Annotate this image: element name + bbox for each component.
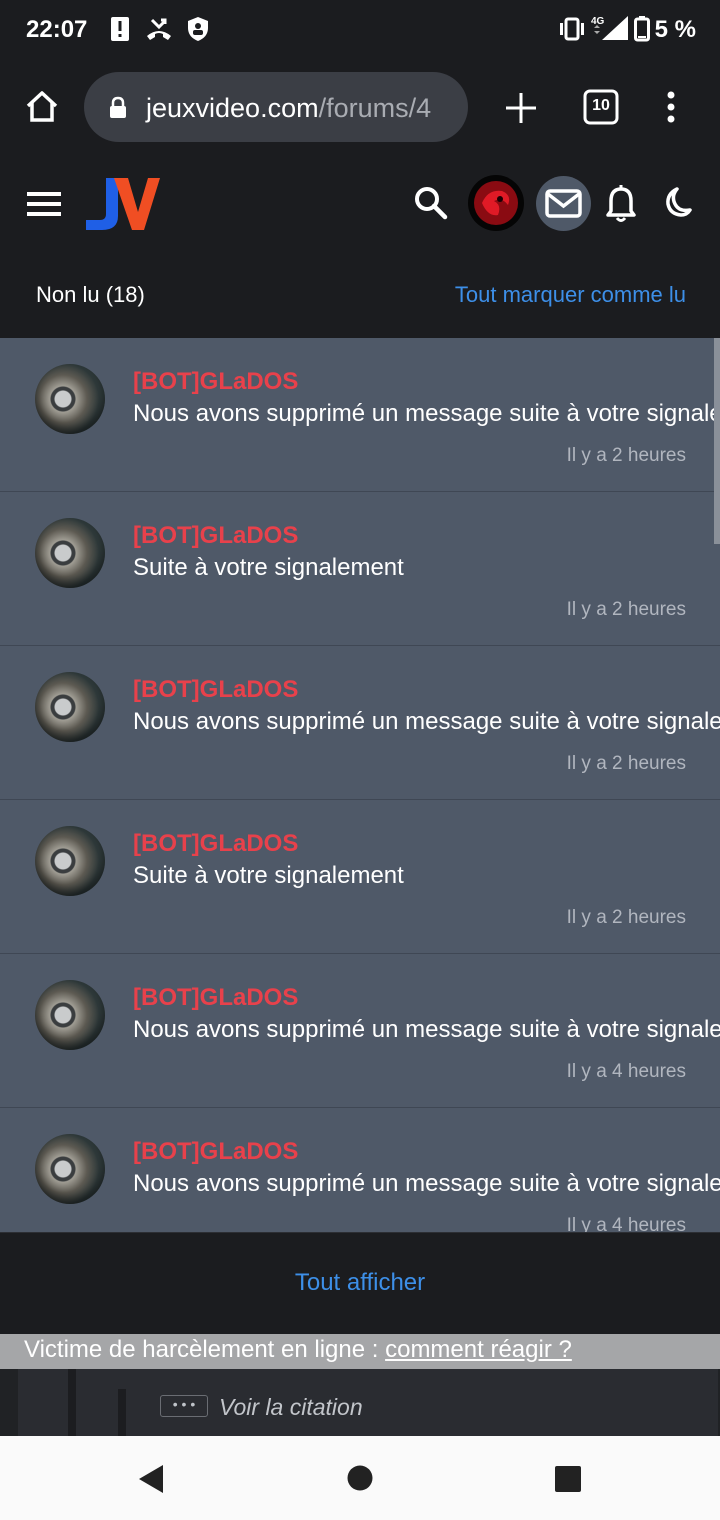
harassment-banner: Victime de harcèlement en ligne : commen… xyxy=(0,1334,720,1369)
show-all-link[interactable]: Tout afficher xyxy=(0,1269,720,1297)
status-time: 22:07 xyxy=(26,16,88,43)
notification-message: Suite à votre signalement xyxy=(133,554,404,581)
notification-time: Il y a 2 heures xyxy=(566,907,686,928)
hamburger-icon[interactable] xyxy=(27,192,61,221)
back-icon[interactable] xyxy=(137,1464,165,1499)
notifications-footer: Tout afficher xyxy=(0,1232,720,1335)
home-icon[interactable] xyxy=(24,89,60,130)
notification-item[interactable]: [BOT]GLaDOS Nous avons supprimé un messa… xyxy=(0,646,720,800)
notification-item[interactable]: [BOT]GLaDOS Nous avons supprimé un messa… xyxy=(0,954,720,1108)
mail-icon[interactable] xyxy=(536,176,591,231)
menu-dots-icon[interactable] xyxy=(665,91,677,128)
notification-message: Nous avons supprimé un message suite à v… xyxy=(133,1170,720,1197)
browser-toolbar: jeuxvideo.com/forums/4 10 xyxy=(0,60,720,156)
notification-author: [BOT]GLaDOS xyxy=(133,830,299,857)
notification-time: Il y a 4 heures xyxy=(566,1061,686,1082)
notification-item[interactable]: [BOT]GLaDOS Suite à votre signalement Il… xyxy=(0,800,720,954)
notification-author: [BOT]GLaDOS xyxy=(133,368,299,395)
notification-item[interactable]: [BOT]GLaDOS Suite à votre signalement Il… xyxy=(0,492,720,646)
notification-time: Il y a 2 heures xyxy=(566,445,686,466)
harassment-label: Victime de harcèlement en ligne : xyxy=(24,1336,386,1363)
notification-item[interactable]: [BOT]GLaDOS Nous avons supprimé un messa… xyxy=(0,1108,720,1232)
quote-block: • • • Voir la citation xyxy=(0,1369,720,1436)
home-circle-icon[interactable] xyxy=(347,1465,373,1496)
notification-list[interactable]: [BOT]GLaDOS Nous avons supprimé un messa… xyxy=(0,338,720,1232)
notification-message: Nous avons supprimé un message suite à v… xyxy=(133,400,720,427)
author-avatar xyxy=(35,826,105,896)
moon-icon[interactable] xyxy=(659,186,693,225)
quote-border xyxy=(68,1369,76,1436)
notification-author: [BOT]GLaDOS xyxy=(133,984,299,1011)
notification-time: Il y a 2 heures xyxy=(566,753,686,774)
site-header xyxy=(0,156,720,252)
notification-item[interactable]: [BOT]GLaDOS Nous avons supprimé un messa… xyxy=(0,338,720,492)
missed-call-icon xyxy=(144,16,174,47)
url-domain: jeuxvideo.com xyxy=(146,93,319,123)
recents-icon[interactable] xyxy=(554,1465,582,1498)
signal-icon: 4G xyxy=(590,14,630,47)
system-nav-bar xyxy=(0,1436,720,1520)
battery-icon xyxy=(634,16,650,47)
notification-time: Il y a 4 heures xyxy=(566,1215,686,1232)
list-scrollbar[interactable] xyxy=(714,338,720,544)
notification-message: Nous avons supprimé un message suite à v… xyxy=(133,708,720,735)
author-avatar xyxy=(35,364,105,434)
search-icon[interactable] xyxy=(413,185,449,226)
notification-message: Suite à votre signalement xyxy=(133,862,404,889)
network-type: 4G xyxy=(591,16,605,27)
bell-icon[interactable] xyxy=(606,185,636,228)
notification-message: Nous avons supprimé un message suite à v… xyxy=(133,1016,720,1043)
tab-count: 10 xyxy=(592,97,610,114)
url-path: /forums/4 xyxy=(318,93,432,123)
address-bar[interactable]: jeuxvideo.com/forums/4 xyxy=(84,72,468,142)
notifications-header: Non lu (18) Tout marquer comme lu xyxy=(0,252,720,338)
harassment-help-link[interactable]: comment réagir ? xyxy=(385,1336,572,1363)
quote-border-nested xyxy=(118,1389,126,1436)
author-avatar xyxy=(35,980,105,1050)
vibrate-icon xyxy=(558,16,586,47)
author-avatar xyxy=(35,672,105,742)
notification-time: Il y a 2 heures xyxy=(566,599,686,620)
battery-percent: 5 % xyxy=(654,16,696,43)
unread-count-label: Non lu (18) xyxy=(36,282,145,307)
status-bar: 22:07 4G 5 % xyxy=(0,0,720,60)
new-tab-icon[interactable] xyxy=(503,90,539,131)
notification-author: [BOT]GLaDOS xyxy=(133,676,299,703)
mark-all-read-link[interactable]: Tout marquer comme lu xyxy=(455,282,686,308)
shield-icon xyxy=(187,16,209,47)
harassment-text: Victime de harcèlement en ligne : commen… xyxy=(24,1336,572,1364)
expand-quote-button[interactable]: • • • xyxy=(160,1395,208,1417)
url-text: jeuxvideo.com/forums/4 xyxy=(146,93,431,124)
notification-author: [BOT]GLaDOS xyxy=(133,1138,299,1165)
notification-author: [BOT]GLaDOS xyxy=(133,522,299,549)
author-avatar xyxy=(35,518,105,588)
jv-logo[interactable] xyxy=(84,176,160,237)
view-quote-link[interactable]: Voir la citation xyxy=(219,1394,363,1421)
avatar[interactable] xyxy=(468,175,524,231)
author-avatar xyxy=(35,1134,105,1204)
lock-icon xyxy=(108,96,128,125)
tabs-icon[interactable]: 10 xyxy=(583,89,619,125)
alert-icon xyxy=(110,16,130,47)
